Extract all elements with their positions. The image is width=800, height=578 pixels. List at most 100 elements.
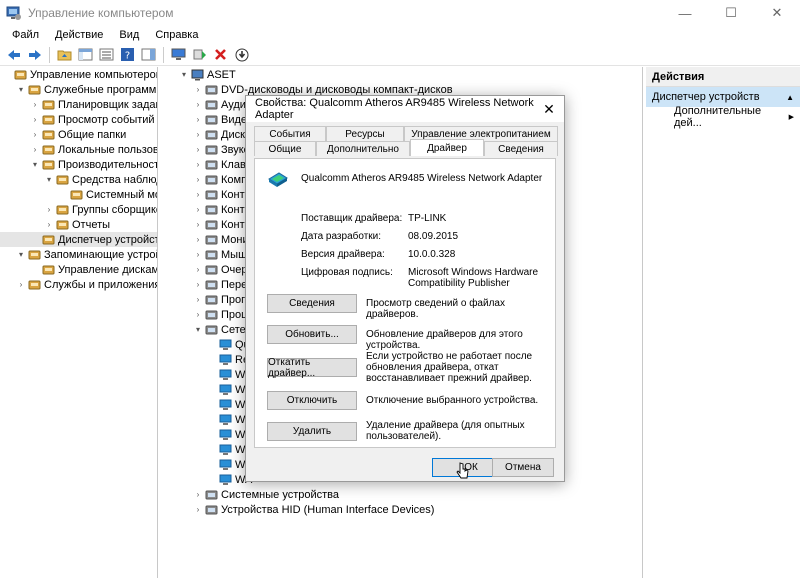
console-tree-item[interactable]: › Просмотр событий [0,112,157,127]
up-folder-button[interactable] [55,46,74,64]
tab-events[interactable]: События [254,126,326,141]
download-driver-button[interactable] [232,46,251,64]
collapsed-arrow-icon[interactable]: › [193,235,203,244]
expanded-arrow-icon[interactable]: ▾ [16,250,26,259]
maximize-button[interactable]: ☐ [708,0,754,26]
device-category-icon [219,459,232,470]
device-tree-item[interactable]: › Системные устройства [161,487,642,502]
device-category-icon [205,325,218,334]
collapsed-arrow-icon[interactable]: › [193,85,203,94]
show-tree-button[interactable] [76,46,95,64]
collapsed-arrow-icon[interactable]: › [193,100,203,109]
console-tree-item[interactable]: Управление дисками [0,262,157,277]
console-tree-item[interactable]: › Службы и приложения [0,277,157,292]
console-tree-item[interactable]: ▾ Запоминающие устройств [0,247,157,262]
driver-date-label: Дата разработки: [301,231,382,242]
console-tree-item[interactable]: Управление компьютером (л [0,67,157,82]
uninstall-driver-button[interactable]: Удалить [267,422,357,441]
menu-action[interactable]: Действие [47,29,111,41]
cancel-button[interactable]: Отмена [492,458,554,477]
more-actions-item[interactable]: Дополнительные дей... ▶ [646,105,800,129]
collapsed-arrow-icon[interactable]: › [16,280,26,289]
close-window-button[interactable]: ✕ [754,0,800,26]
collapsed-arrow-icon[interactable]: › [30,130,40,139]
collapsed-arrow-icon[interactable]: › [30,100,40,109]
minimize-button[interactable]: — [662,0,708,26]
console-tree-label: Управление дисками [58,263,158,276]
menu-view[interactable]: Вид [111,29,147,41]
collapsed-arrow-icon[interactable]: › [193,490,203,499]
driver-details-button[interactable]: Сведения [267,294,357,313]
expanded-arrow-icon[interactable]: ▾ [179,70,189,79]
menu-help[interactable]: Справка [147,29,206,41]
tab-resources[interactable]: Ресурсы [326,126,404,141]
collapsed-arrow-icon[interactable]: › [193,250,203,259]
expanded-arrow-icon[interactable]: ▾ [193,325,203,334]
actions-section-device-manager[interactable]: Диспетчер устройств ▲ [646,87,800,107]
properties-button[interactable] [97,46,116,64]
back-button[interactable] [4,46,23,64]
console-tree-item[interactable]: ▾ Служебные программы [0,82,157,97]
console-tree-item[interactable]: › Отчеты [0,217,157,232]
console-node-icon [42,130,55,139]
tab-details[interactable]: Сведения [484,141,558,156]
console-tree-item[interactable]: › Общие папки [0,127,157,142]
console-tree-item[interactable]: › Локальные пользовате [0,142,157,157]
update-driver-dialog-button[interactable]: Обновить... [267,325,357,344]
tab-general[interactable]: Общие [254,141,316,156]
console-tree-item[interactable]: Диспетчер устройств [0,232,157,247]
tab-advanced[interactable]: Дополнительно [316,141,410,156]
collapsed-arrow-icon[interactable]: › [193,160,203,169]
collapsed-arrow-icon[interactable]: › [193,220,203,229]
collapsed-arrow-icon[interactable]: › [193,145,203,154]
help-icon: ? [121,48,134,61]
console-tree-item[interactable]: ▾ Производительность [0,157,157,172]
collapsed-arrow-icon[interactable]: › [193,310,203,319]
tab-driver[interactable]: Драйвер [410,139,484,156]
console-tree-item[interactable]: › Планировщик заданий [0,97,157,112]
update-driver-button[interactable] [190,46,209,64]
dialog-close-button[interactable]: ✕ [534,101,564,118]
device-category-icon [191,69,204,80]
console-node-icon [42,115,55,124]
collapsed-arrow-icon[interactable]: › [193,175,203,184]
console-node-icon [56,205,69,214]
collapsed-arrow-icon[interactable]: › [193,265,203,274]
collapsed-arrow-icon[interactable]: › [193,205,203,214]
device-category-icon [205,265,218,274]
uninstall-driver-desc: Удаление драйвера (для опытных пользоват… [366,420,525,442]
device-tree-item[interactable]: › Устройства HID (Human Interface Devices… [161,502,642,517]
roll-back-driver-button[interactable]: Откатить драйвер... [267,357,357,379]
collapsed-arrow-icon[interactable]: › [193,295,203,304]
device-tree-label: Устройства HID (Human Interface Devices) [221,503,435,516]
help-button[interactable]: ? [118,46,137,64]
console-node-icon [28,85,41,94]
expanded-arrow-icon[interactable]: ▾ [30,160,40,169]
collapsed-arrow-icon[interactable]: › [44,220,54,229]
forward-button[interactable] [25,46,44,64]
console-tree-item[interactable]: › Группы сборщико [0,202,157,217]
disable-device-button[interactable]: Отключить [267,391,357,410]
device-category-icon [219,414,232,425]
scan-hardware-button[interactable] [169,46,188,64]
collapsed-arrow-icon[interactable]: › [193,115,203,124]
collapsed-arrow-icon[interactable]: › [193,130,203,139]
collapsed-arrow-icon[interactable]: › [30,115,40,124]
device-tree-item[interactable]: ▾ ASET [161,67,642,82]
collapsed-arrow-icon[interactable]: › [30,145,40,154]
console-tree-item[interactable]: ▾ Средства наблюде [0,172,157,187]
uninstall-device-button[interactable] [211,46,230,64]
collapsed-arrow-icon[interactable]: › [44,205,54,214]
collapsed-arrow-icon[interactable]: › [193,280,203,289]
list-icon [99,48,114,61]
expanded-arrow-icon[interactable]: ▾ [16,85,26,94]
toolbar-separator [163,46,164,63]
expanded-arrow-icon[interactable]: ▾ [44,175,54,184]
collapsed-arrow-icon[interactable]: › [193,190,203,199]
console-tree-label: Отчеты [72,218,111,231]
collapsed-arrow-icon[interactable]: › [193,505,203,514]
console-tree-item[interactable]: Системный мо [0,187,157,202]
menu-file[interactable]: Файл [4,29,47,41]
show-actions-button[interactable] [139,46,158,64]
device-category-icon [205,310,218,319]
